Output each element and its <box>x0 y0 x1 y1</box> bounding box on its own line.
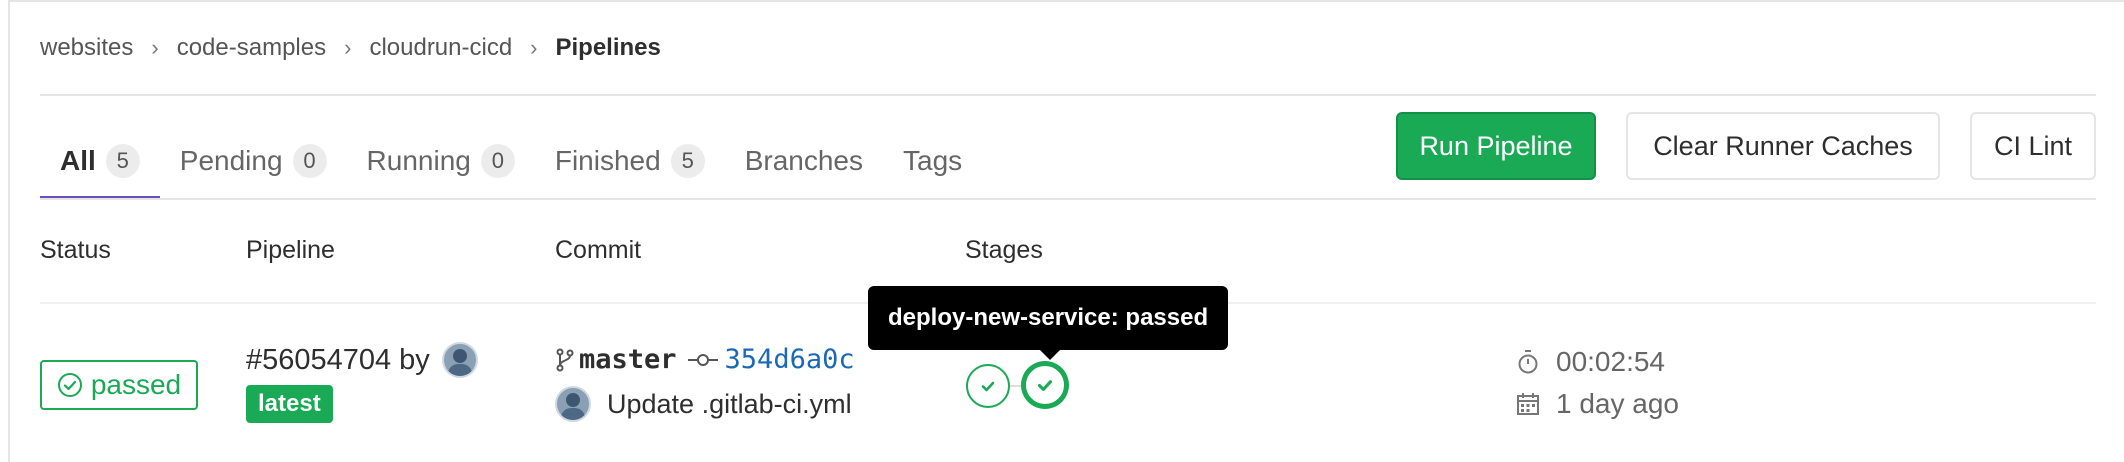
branch-icon <box>556 348 574 371</box>
breadcrumb-separator: › <box>344 35 352 60</box>
column-header-status: Status <box>40 236 111 264</box>
clear-runner-caches-button[interactable]: Clear Runner Caches <box>1626 112 1940 180</box>
run-pipeline-button[interactable]: Run Pipeline <box>1396 112 1596 180</box>
tab-tags-label: Tags <box>903 145 963 176</box>
commit-author-avatar[interactable] <box>555 386 591 422</box>
pipeline-id-line: #56054704 by <box>246 342 478 378</box>
commit-sha-link[interactable]: 354d6a0c <box>725 344 855 375</box>
commit-icon <box>687 353 718 366</box>
commit-ref-line: master 354d6a0c <box>555 344 855 375</box>
tab-finished-label: Finished <box>554 145 661 176</box>
finished-time: 1 day ago <box>1516 388 1679 420</box>
duration: 00:02:54 <box>1516 346 1665 378</box>
tab-running[interactable]: Running 0 <box>347 124 535 198</box>
check-icon <box>981 381 995 392</box>
tab-pending[interactable]: Pending 0 <box>160 124 347 198</box>
tab-tags[interactable]: Tags <box>883 124 982 198</box>
tab-all-label: All <box>60 145 96 176</box>
stage-deploy-button[interactable] <box>1022 362 1068 408</box>
divider <box>40 198 2096 200</box>
divider <box>40 94 2096 96</box>
tab-finished-count: 5 <box>670 144 705 178</box>
breadcrumb-current: Pipelines <box>555 34 661 61</box>
commit-title-link[interactable]: Update .gitlab-ci.yml <box>607 389 852 420</box>
duration-value: 00:02:54 <box>1556 346 1665 377</box>
pipeline-tabs: All 5 Pending 0 Running 0 Finished 5 Bra… <box>40 124 982 200</box>
tab-pending-count: 0 <box>292 144 327 178</box>
stage-tooltip: deploy-new-service: passed <box>868 286 1229 360</box>
pipeline-by-label: by <box>399 343 430 376</box>
breadcrumb-cloudrun-cicd[interactable]: cloudrun-cicd <box>369 34 512 62</box>
calendar-icon <box>1517 393 1539 415</box>
tab-branches-label: Branches <box>744 145 863 176</box>
avatar[interactable] <box>441 342 478 378</box>
check-icon <box>1037 380 1053 391</box>
pipeline-id-link[interactable]: #56054704 <box>246 344 391 377</box>
column-header-stages: Stages <box>965 236 1043 264</box>
breadcrumb-websites[interactable]: websites <box>40 34 133 62</box>
column-header-commit: Commit <box>555 236 642 264</box>
tab-pending-label: Pending <box>179 145 283 176</box>
commit-message-line: Update .gitlab-ci.yml <box>555 386 852 422</box>
status-label: passed <box>90 369 182 400</box>
stage-build-button[interactable] <box>966 364 1010 408</box>
status-badge[interactable]: passed <box>40 360 198 410</box>
breadcrumb-separator: › <box>151 35 159 60</box>
tab-all-count: 5 <box>105 144 140 178</box>
timer-icon <box>1518 350 1538 374</box>
finished-time-value: 1 day ago <box>1556 388 1679 419</box>
tab-finished[interactable]: Finished 5 <box>535 124 725 198</box>
status-success-icon <box>57 373 82 397</box>
breadcrumb: websites › code-samples › cloudrun-cicd … <box>40 30 661 66</box>
tab-running-count: 0 <box>480 144 515 178</box>
column-header-pipeline: Pipeline <box>246 236 335 264</box>
tab-running-label: Running <box>366 145 471 176</box>
breadcrumb-code-samples[interactable]: code-samples <box>177 34 326 62</box>
ci-lint-button[interactable]: CI Lint <box>1970 112 2096 180</box>
tab-all[interactable]: All 5 <box>40 124 160 200</box>
tab-branches[interactable]: Branches <box>725 124 883 198</box>
branch-link[interactable]: master <box>579 344 677 375</box>
latest-badge: latest <box>246 385 333 423</box>
breadcrumb-separator: › <box>530 35 538 60</box>
